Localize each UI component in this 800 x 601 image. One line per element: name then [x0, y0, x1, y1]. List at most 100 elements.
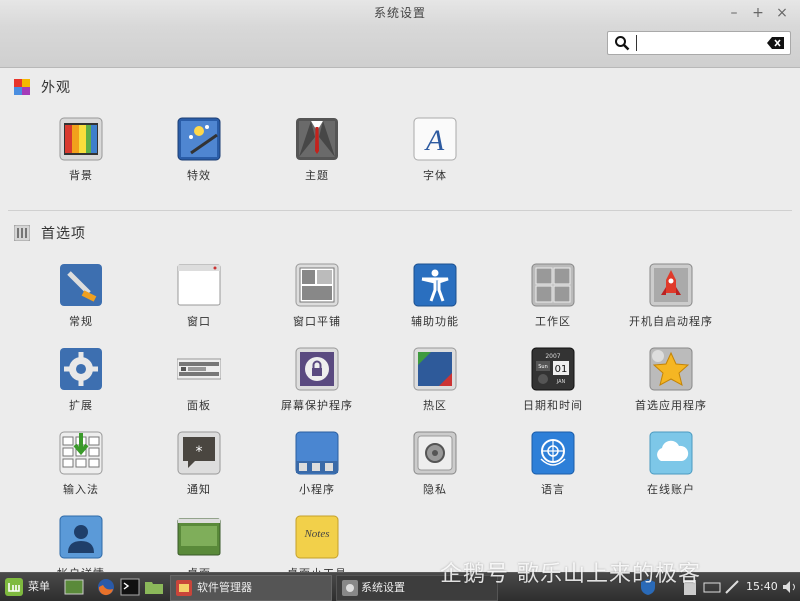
setting-hot-corners[interactable]: 热区: [376, 347, 494, 417]
svg-text:Sun: Sun: [538, 364, 548, 370]
window-title: 系统设置: [373, 6, 426, 20]
setting-fonts[interactable]: A 字体: [376, 117, 494, 187]
setting-privacy[interactable]: 隐私: [376, 431, 494, 501]
search-input[interactable]: [636, 35, 771, 51]
setting-label: 扩展: [69, 399, 93, 412]
languages-icon: [531, 431, 575, 475]
svg-text:JAN: JAN: [556, 379, 566, 385]
setting-label: 面板: [187, 399, 211, 412]
online-accounts-icon: [649, 431, 693, 475]
volume-icon[interactable]: [780, 577, 800, 597]
setting-themes[interactable]: 主题: [258, 117, 376, 187]
setting-panel[interactable]: 面板: [140, 347, 258, 417]
svg-text:Notes: Notes: [303, 528, 329, 540]
screensaver-icon: [295, 347, 339, 391]
setting-label: 输入法: [63, 483, 99, 496]
window-tiling-icon: [295, 263, 339, 307]
section-preferences-title: 首选项: [41, 226, 86, 242]
taskbar-window-software-manager[interactable]: 软件管理器: [170, 575, 332, 601]
hot-corners-icon: [413, 347, 457, 391]
menu-label[interactable]: 菜单: [28, 573, 50, 601]
mint-menu-icon[interactable]: [4, 577, 24, 597]
setting-label: 主题: [305, 169, 329, 182]
date-time-icon: 2007 Sun 01 JAN: [531, 347, 575, 391]
setting-screensaver[interactable]: 屏幕保护程序: [258, 347, 376, 417]
panel-icon: [177, 358, 221, 380]
search-icon: [615, 36, 630, 51]
firefox-icon[interactable]: [96, 577, 116, 597]
window-label: 软件管理器: [197, 581, 252, 594]
system-settings-icon: [342, 580, 358, 596]
appearance-section-icon: [14, 79, 30, 95]
setting-workspaces[interactable]: 工作区: [494, 263, 612, 333]
keyboard-icon[interactable]: [702, 577, 722, 597]
svg-text:01: 01: [555, 364, 568, 375]
notifications-icon: *: [177, 431, 221, 475]
watermark-text: 企鹅号 歌乐山上来的极客: [440, 562, 701, 587]
setting-applets[interactable]: 小程序: [258, 431, 376, 501]
desklets-icon: Notes: [295, 515, 339, 559]
clear-search-icon[interactable]: [767, 37, 784, 49]
minimize-button[interactable]: –: [726, 5, 742, 21]
setting-online-accounts[interactable]: 在线账户: [612, 431, 730, 501]
setting-backgrounds[interactable]: 背景: [22, 117, 140, 187]
setting-label: 在线账户: [647, 483, 695, 496]
setting-startup-apps[interactable]: 开机自启动程序: [612, 263, 730, 333]
setting-label: 隐私: [423, 483, 447, 496]
section-divider: [8, 210, 792, 211]
setting-label: 通知: [187, 483, 211, 496]
privacy-icon: [413, 431, 457, 475]
windows-icon: [177, 264, 221, 306]
preferences-section-icon: [14, 225, 30, 241]
setting-label: 窗口: [187, 315, 211, 328]
toolbar: [0, 27, 800, 68]
setting-label: 日期和时间: [523, 399, 583, 412]
setting-windows[interactable]: 窗口: [140, 263, 258, 333]
setting-date-time[interactable]: 2007 Sun 01 JAN 日期和时间: [494, 347, 612, 417]
setting-preferred-apps[interactable]: 首选应用程序: [612, 347, 730, 417]
setting-label: 开机自启动程序: [629, 315, 713, 328]
setting-effects[interactable]: 特效: [140, 117, 258, 187]
settings-content: 外观 背景 特效 主题 A 字体 首选项 常规 窗口 窗口平铺 辅助功能 工作区…: [0, 68, 800, 580]
startup-apps-icon: [649, 263, 693, 307]
preferred-apps-icon: [649, 347, 693, 391]
svg-text:A: A: [424, 124, 445, 157]
themes-icon: [296, 118, 338, 160]
files-folder-icon[interactable]: [144, 577, 164, 597]
setting-languages[interactable]: 语言: [494, 431, 612, 501]
setting-label: 常规: [69, 315, 93, 328]
setting-window-tiling[interactable]: 窗口平铺: [258, 263, 376, 333]
title-bar: 系统设置 – + ×: [0, 0, 800, 27]
general-icon: [60, 264, 102, 306]
setting-label: 小程序: [299, 483, 335, 496]
close-button[interactable]: ×: [774, 5, 790, 21]
search-box[interactable]: [607, 31, 791, 55]
effects-icon: [177, 117, 221, 161]
section-appearance-title: 外观: [41, 80, 71, 96]
clock[interactable]: 15:40: [746, 573, 778, 601]
setting-label: 窗口平铺: [293, 315, 341, 328]
applets-icon: [295, 431, 339, 475]
setting-extensions[interactable]: 扩展: [22, 347, 140, 417]
fonts-icon: A: [413, 117, 457, 161]
workspaces-icon: [531, 263, 575, 307]
show-desktop-icon[interactable]: [64, 577, 84, 597]
backgrounds-icon: [59, 117, 103, 161]
svg-text:2007: 2007: [545, 353, 560, 360]
setting-label: 辅助功能: [411, 315, 459, 328]
setting-notifications[interactable]: * 通知: [140, 431, 258, 501]
desktop-icon: [177, 518, 221, 556]
account-details-icon: [59, 515, 103, 559]
setting-label: 屏幕保护程序: [281, 399, 353, 412]
setting-accessibility[interactable]: 辅助功能: [376, 263, 494, 333]
network-icon[interactable]: [722, 577, 742, 597]
setting-label: 语言: [541, 483, 565, 496]
setting-label: 背景: [69, 169, 93, 182]
setting-input-method[interactable]: 输入法: [22, 431, 140, 501]
setting-general[interactable]: 常规: [22, 263, 140, 333]
accessibility-icon: [413, 263, 457, 307]
terminal-icon[interactable]: [120, 577, 140, 597]
maximize-button[interactable]: +: [750, 5, 766, 21]
setting-label: 字体: [423, 169, 447, 182]
setting-label: 工作区: [535, 315, 571, 328]
